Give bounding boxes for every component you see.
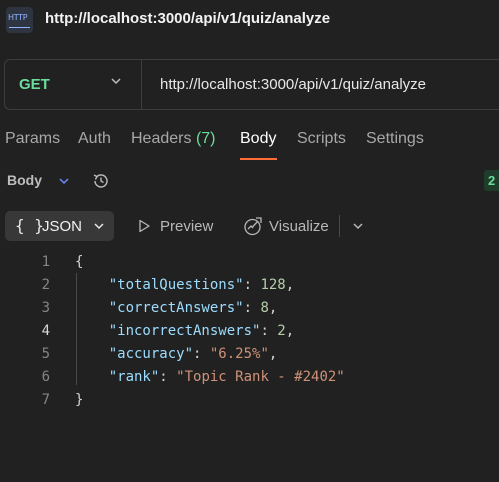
json-value: 8	[260, 300, 269, 316]
json-value: 128	[260, 277, 286, 293]
http-request-icon: HTTP	[6, 7, 33, 33]
json-key: "rank"	[108, 369, 160, 385]
line-number: 6	[41, 369, 50, 385]
tab-scripts[interactable]: Scripts	[297, 130, 346, 148]
headers-count-badge: (7)	[195, 130, 216, 147]
method-label: GET	[19, 76, 50, 93]
tab-settings-label: Settings	[366, 130, 424, 147]
tab-auth-label: Auth	[78, 130, 111, 147]
json-value: 2	[277, 323, 286, 339]
status-badge: 2	[484, 170, 499, 191]
history-icon[interactable]	[91, 171, 111, 191]
line-number: 7	[41, 392, 50, 408]
preview-button[interactable]: Preview	[133, 211, 228, 241]
chevron-down-icon	[94, 223, 104, 230]
close-brace: }	[75, 392, 84, 408]
chevron-down-icon[interactable]	[352, 220, 364, 232]
line-number: 4	[41, 323, 50, 339]
chevron-down-icon[interactable]	[58, 175, 70, 187]
indent-guide	[76, 273, 77, 385]
title-bar: HTTP http://localhost:3000/api/v1/quiz/a…	[0, 0, 499, 40]
tab-settings[interactable]: Settings	[366, 130, 424, 148]
visualize-button[interactable]: Visualize	[241, 211, 337, 241]
json-key: "correctAnswers"	[108, 300, 244, 316]
code-line: 6 "rank": "Topic Rank - #2402"	[0, 369, 499, 392]
request-title[interactable]: http://localhost:3000/api/v1/quiz/analyz…	[45, 10, 330, 27]
line-number: 5	[41, 346, 50, 362]
tab-body[interactable]: Body	[240, 130, 276, 148]
url-input[interactable]: http://localhost:3000/api/v1/quiz/analyz…	[160, 76, 426, 93]
line-number: 2	[41, 277, 50, 293]
json-view-label: JSON	[42, 218, 83, 235]
tab-headers-label: Headers	[131, 130, 192, 147]
visualize-icon	[244, 217, 262, 236]
code-line: 4 "incorrectAnswers": 2,	[0, 323, 499, 346]
chevron-down-icon	[111, 78, 121, 85]
preview-label: Preview	[160, 218, 214, 235]
active-tab-indicator	[240, 158, 277, 160]
tab-params-label: Params	[5, 130, 61, 147]
method-select[interactable]: GET	[5, 60, 142, 109]
json-key: "totalQuestions"	[108, 277, 244, 293]
json-key: "incorrectAnswers"	[108, 323, 261, 339]
json-value: "Topic Rank - #2402"	[176, 369, 345, 385]
url-bar: GET http://localhost:3000/api/v1/quiz/an…	[4, 59, 499, 110]
visualize-label: Visualize	[269, 218, 329, 235]
tab-headers[interactable]: Headers (7)	[131, 130, 216, 148]
open-brace: {	[75, 254, 84, 270]
line-number: 3	[41, 300, 50, 316]
code-line: 2 "totalQuestions": 128,	[0, 277, 499, 300]
response-body-label[interactable]: Body	[7, 172, 42, 188]
status-code-partial: 2	[488, 173, 496, 188]
line-number: 1	[41, 254, 50, 270]
divider	[339, 215, 340, 237]
request-tabs: Params Auth Headers (7) Body Scripts Set…	[0, 126, 499, 162]
code-line: 5 "accuracy": "6.25%",	[0, 346, 499, 369]
json-view-button[interactable]: { } JSON	[5, 211, 114, 241]
view-toolbar: { } JSON Preview Visualize	[0, 210, 499, 242]
code-line: 1 {	[0, 254, 499, 277]
tab-body-label: Body	[240, 130, 277, 147]
json-key: "accuracy"	[108, 346, 194, 362]
code-line: 7 }	[0, 392, 499, 415]
tab-scripts-label: Scripts	[297, 130, 346, 147]
response-header: Body 2	[0, 168, 499, 194]
tab-params[interactable]: Params	[5, 130, 60, 148]
code-line: 3 "correctAnswers": 8,	[0, 300, 499, 323]
http-icon-label: HTTP	[8, 13, 28, 22]
play-icon	[139, 219, 150, 233]
json-value: "6.25%"	[209, 346, 269, 362]
braces-icon: { }	[15, 216, 44, 235]
tab-auth[interactable]: Auth	[78, 130, 111, 148]
